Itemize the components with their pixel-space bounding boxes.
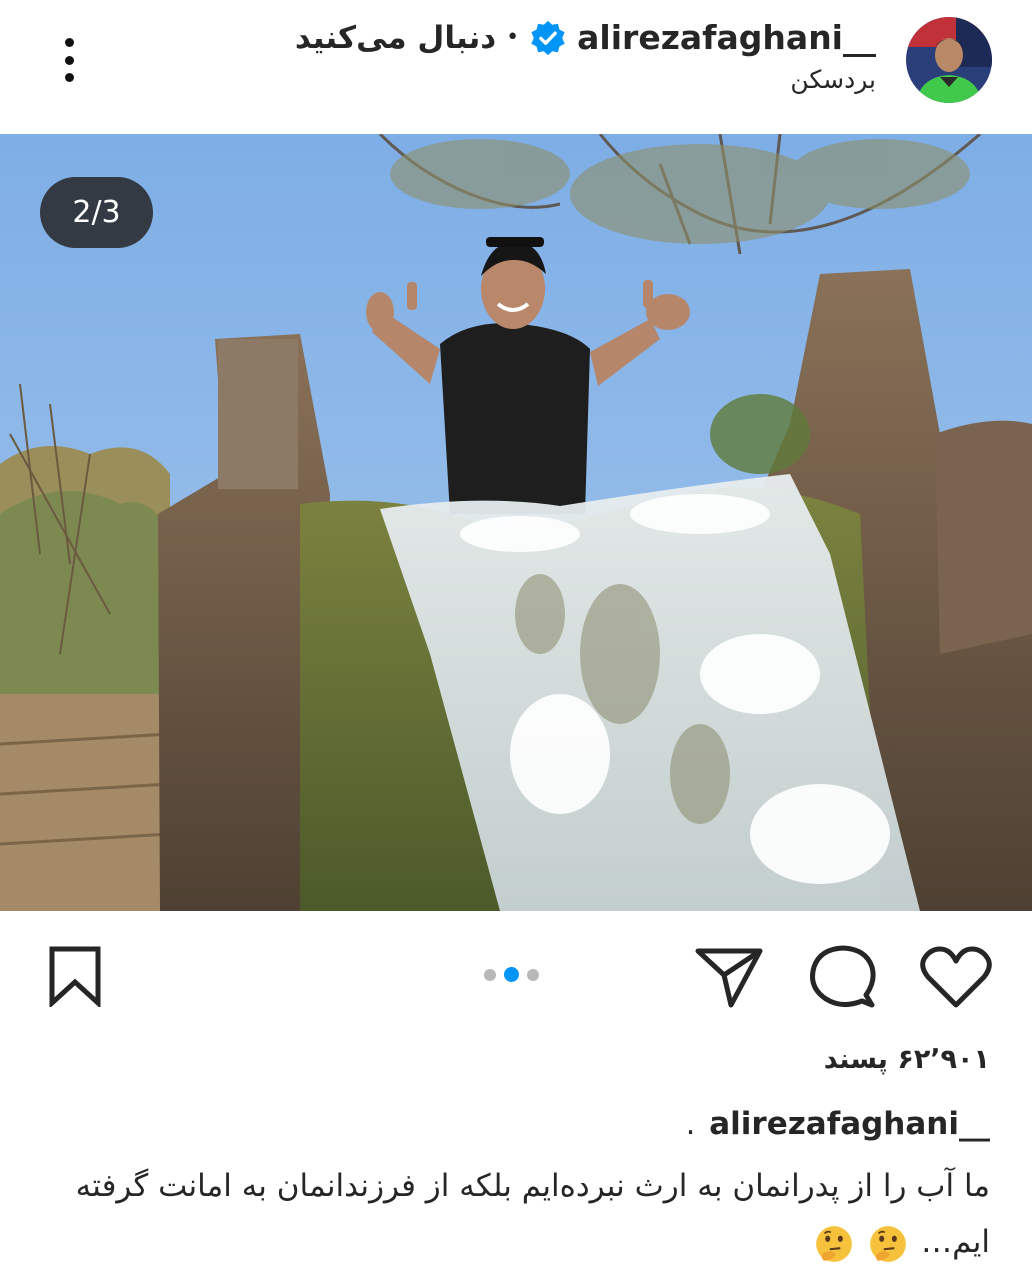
carousel-dot-active [504, 967, 519, 982]
bookmark-icon [49, 946, 101, 1009]
instagram-post-screen: دنبال می‌کنید • alirezafaghani__ بردسکن [0, 0, 1032, 1279]
waterfall-photo [0, 134, 1032, 911]
avatar-image [906, 17, 992, 103]
action-bar [0, 911, 1032, 1037]
comment-icon [810, 945, 876, 1008]
carousel-dot [527, 968, 539, 981]
share-button[interactable] [694, 945, 764, 1011]
thinking-face-emoji-icon [870, 1225, 907, 1262]
save-button[interactable] [44, 945, 106, 1009]
following-status[interactable]: دنبال می‌کنید [295, 20, 496, 56]
caption-username[interactable]: alirezafaghani__ [709, 1106, 990, 1142]
more-vertical-icon-dot [64, 73, 74, 82]
post-photo[interactable]: 2/3 [0, 134, 1032, 911]
caption-text-block: ما آب را از پدرانمان به ارث نبرده‌ایم بل… [40, 1158, 990, 1270]
verified-badge-icon [531, 20, 565, 55]
separator-dot: • [506, 25, 520, 50]
send-icon [695, 948, 763, 1008]
like-button[interactable] [918, 945, 994, 1011]
post-location[interactable]: بردسکن [790, 65, 876, 94]
carousel-dot [484, 968, 496, 981]
carousel-counter: 2/3 [40, 177, 153, 248]
thinking-face-emoji-icon [816, 1225, 853, 1262]
carousel-indicator [484, 967, 539, 982]
post-header: دنبال می‌کنید • alirezafaghani__ بردسکن [0, 0, 1032, 134]
likes-count[interactable]: ۶۲٬۹۰۱ پسند [824, 1044, 990, 1075]
more-options-button[interactable] [46, 30, 92, 90]
avatar[interactable] [906, 17, 992, 103]
header-username[interactable]: alirezafaghani__ [577, 18, 876, 57]
more-vertical-icon-dot [64, 55, 74, 65]
header-info: دنبال می‌کنید • alirezafaghani__ بردسکن [295, 18, 876, 94]
header-title-line: دنبال می‌کنید • alirezafaghani__ [295, 18, 876, 57]
heart-icon [920, 946, 992, 1008]
comment-button[interactable] [806, 943, 878, 1011]
caption-user-line: . alirezafaghani__ [686, 1106, 990, 1142]
caption-dot: . [685, 1106, 696, 1142]
more-vertical-icon [64, 38, 74, 47]
